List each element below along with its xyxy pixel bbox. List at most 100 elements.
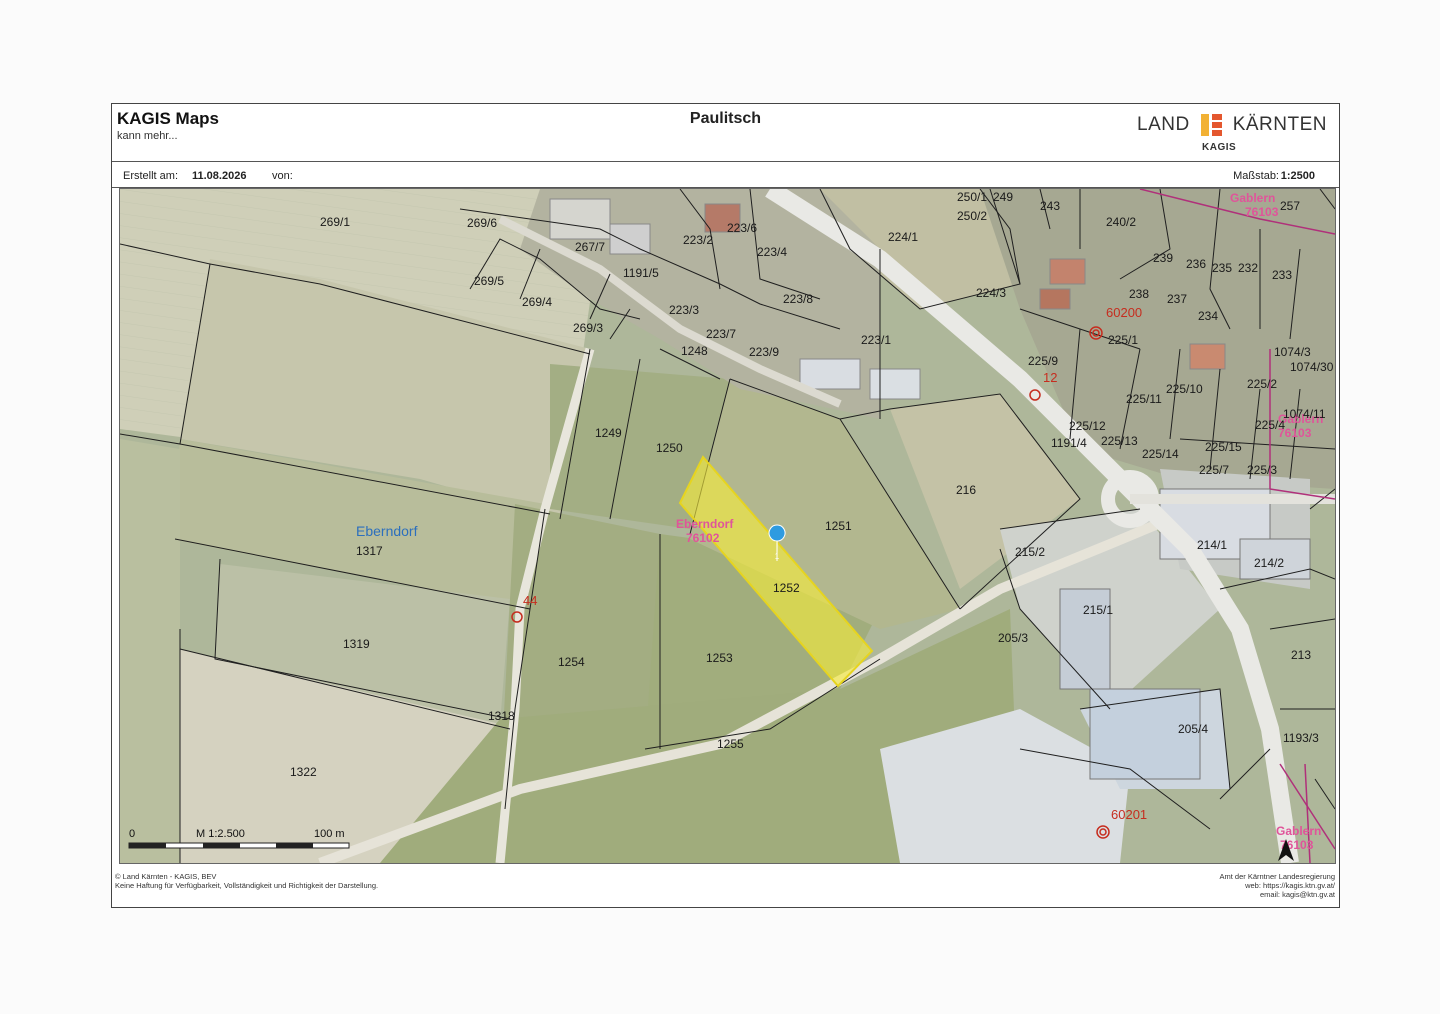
brand-subtitle: KAGIS xyxy=(1202,142,1237,153)
node-label: 44 xyxy=(523,593,537,608)
parcel-number-label: 1251 xyxy=(825,519,852,533)
parcel-number-label: 1074/11 xyxy=(1283,407,1326,421)
parcel-number-label: 1074/3 xyxy=(1274,345,1311,359)
place-label-eberndorf: Eberndorf xyxy=(356,523,418,539)
parcel-number-label: 214/2 xyxy=(1254,556,1284,570)
parcel-number-label: 225/7 xyxy=(1199,463,1229,477)
parcel-number-label: 269/5 xyxy=(474,274,504,288)
parcel-number-label: 225/10 xyxy=(1166,382,1203,396)
created-date: 11.08.2026 xyxy=(192,170,247,182)
scale-value: 1:2500 xyxy=(1280,170,1315,182)
parcel-number-label: 1193/3 xyxy=(1283,731,1319,745)
office-name: Amt der Kärntner Landesregierung xyxy=(1219,872,1336,881)
parcel-number-label: 225/11 xyxy=(1126,392,1162,406)
parcel-number-label: 205/4 xyxy=(1178,722,1208,736)
parcel-number-label: 1318 xyxy=(488,709,515,723)
parcel-number-label: 223/1 xyxy=(861,333,891,347)
print-header: KAGIS Maps kann mehr... Paulitsch LAND K… xyxy=(112,104,1339,162)
parcel-number-label: 223/6 xyxy=(727,221,757,235)
building xyxy=(1189,343,1226,370)
parcel-number-label: 240/2 xyxy=(1106,215,1136,229)
parcel-number-label: 1191/4 xyxy=(1051,436,1087,450)
kg-code: 76102 xyxy=(686,531,720,545)
parcel-number-label: 223/2 xyxy=(683,233,713,247)
parcel-number-label: 1253 xyxy=(706,651,733,665)
parcel-number-label: 269/4 xyxy=(522,295,552,309)
parcel-number-label: 1249 xyxy=(595,426,622,440)
parcel-number-label: 269/1 xyxy=(320,215,350,229)
map-canvas[interactable]: 1 Eberndorf Eberndorf 76102 Gablern 7610… xyxy=(120,189,1335,863)
parcel-number-label: 223/8 xyxy=(783,292,813,306)
parcel-number-label: 1191/5 xyxy=(623,266,659,280)
footer-left: © Land Kärnten - KAGIS, BEV Keine Haftun… xyxy=(115,872,378,890)
parcel-number-label: 216 xyxy=(956,483,976,497)
parcel-number-label: 249 xyxy=(993,190,1013,204)
parcel-number-label: 1248 xyxy=(681,344,708,358)
parcel-number-label: 237 xyxy=(1167,292,1187,306)
node-label: 60201 xyxy=(1111,807,1147,822)
parcel-number-label: 205/3 xyxy=(998,631,1028,645)
kaernten-emblem-icon xyxy=(1201,114,1225,136)
parcel-number-label: 236 xyxy=(1186,257,1206,271)
parcel-number-label: 225/2 xyxy=(1247,377,1277,391)
parcel-number-label: 1322 xyxy=(290,765,317,779)
web-link[interactable]: web: https://kagis.ktn.gv.at/ xyxy=(1220,881,1335,890)
parcel-number-label: 267/7 xyxy=(575,240,605,254)
scale-bar-label: 0 xyxy=(129,828,135,840)
parcel-number-label: 224/1 xyxy=(888,230,918,244)
parcel-number-label: 232 xyxy=(1238,261,1258,275)
email-link[interactable]: email: kagis@ktn.gv.at xyxy=(1220,890,1335,899)
parcel-number-label: 269/3 xyxy=(573,321,603,335)
parcel-number-label: 250/1 xyxy=(957,190,987,204)
parcel-number-label: 213 xyxy=(1291,648,1311,662)
parcel-number-label: 214/1 xyxy=(1197,538,1227,552)
building xyxy=(549,198,611,240)
building xyxy=(1049,258,1086,285)
parcel-number-label: 225/15 xyxy=(1205,440,1242,454)
parcel-number-label: 223/9 xyxy=(749,345,779,359)
parcel-number-label: 224/3 xyxy=(976,286,1006,300)
parcel-number-label: 215/2 xyxy=(1015,545,1045,559)
parcel-number-label: 257 xyxy=(1280,199,1300,213)
brand-right-text: KÄRNTEN xyxy=(1232,114,1327,135)
parcel-number-label: 225/9 xyxy=(1028,354,1058,368)
parcel-number-label: 239 xyxy=(1153,251,1173,265)
parcel-number-label: 233 xyxy=(1272,268,1292,282)
info-bar: Erstellt am: 11.08.2026 von: Maßstab: 1:… xyxy=(112,162,1339,188)
scale-label: Maßstab: xyxy=(1233,170,1279,182)
author-label: von: xyxy=(272,170,293,182)
parcel-number-label: 225/14 xyxy=(1142,447,1179,461)
kg-code: 76103 xyxy=(1245,205,1279,219)
parcel-number-label: 235 xyxy=(1212,261,1232,275)
created-label: Erstellt am: xyxy=(123,170,179,182)
parcel-number-label: 243 xyxy=(1040,199,1060,213)
parcel-number-label: 225/12 xyxy=(1069,419,1106,433)
building xyxy=(1039,288,1071,310)
cadastral-map[interactable]: 1 Eberndorf Eberndorf 76102 Gablern 7610… xyxy=(119,188,1336,864)
field-west-strip xyxy=(120,439,180,863)
node-label: 12 xyxy=(1043,370,1057,385)
scale-bar-label: M 1:2.500 xyxy=(196,828,245,840)
scale-bar-label: 100 m xyxy=(314,828,345,840)
parcel-number-label: 215/1 xyxy=(1083,603,1113,617)
map-print-frame: KAGIS Maps kann mehr... Paulitsch LAND K… xyxy=(111,103,1340,908)
parcel-number-label: 1319 xyxy=(343,637,370,651)
parcel-number-label: 1255 xyxy=(717,737,744,751)
parcel-number-label: 1254 xyxy=(558,655,585,669)
kg-name: Eberndorf xyxy=(676,517,734,531)
parcel-number-label: 1250 xyxy=(656,441,683,455)
footer-right: Amt der Kärntner Landesregierung web: ht… xyxy=(1220,872,1336,899)
kg-name: Gablern xyxy=(1230,191,1275,205)
parcel-number-label: 1074/30 xyxy=(1290,360,1334,374)
parcel-number-label: 269/6 xyxy=(467,216,497,230)
parcel-number-label: 234 xyxy=(1198,309,1218,323)
copyright-text: © Land Kärnten - KAGIS, BEV xyxy=(115,872,217,881)
parcel-number-label: 238 xyxy=(1129,287,1149,301)
highlighted-parcel-label: 1252 xyxy=(773,581,800,595)
parcel-number-label: 250/2 xyxy=(957,209,987,223)
parcel-number-label: 225/4 xyxy=(1255,418,1285,432)
parcel-number-label: 225/13 xyxy=(1101,434,1138,448)
brand-left-text: LAND xyxy=(1137,114,1190,135)
building xyxy=(799,358,861,390)
parcel-number-label: 223/4 xyxy=(757,245,787,259)
